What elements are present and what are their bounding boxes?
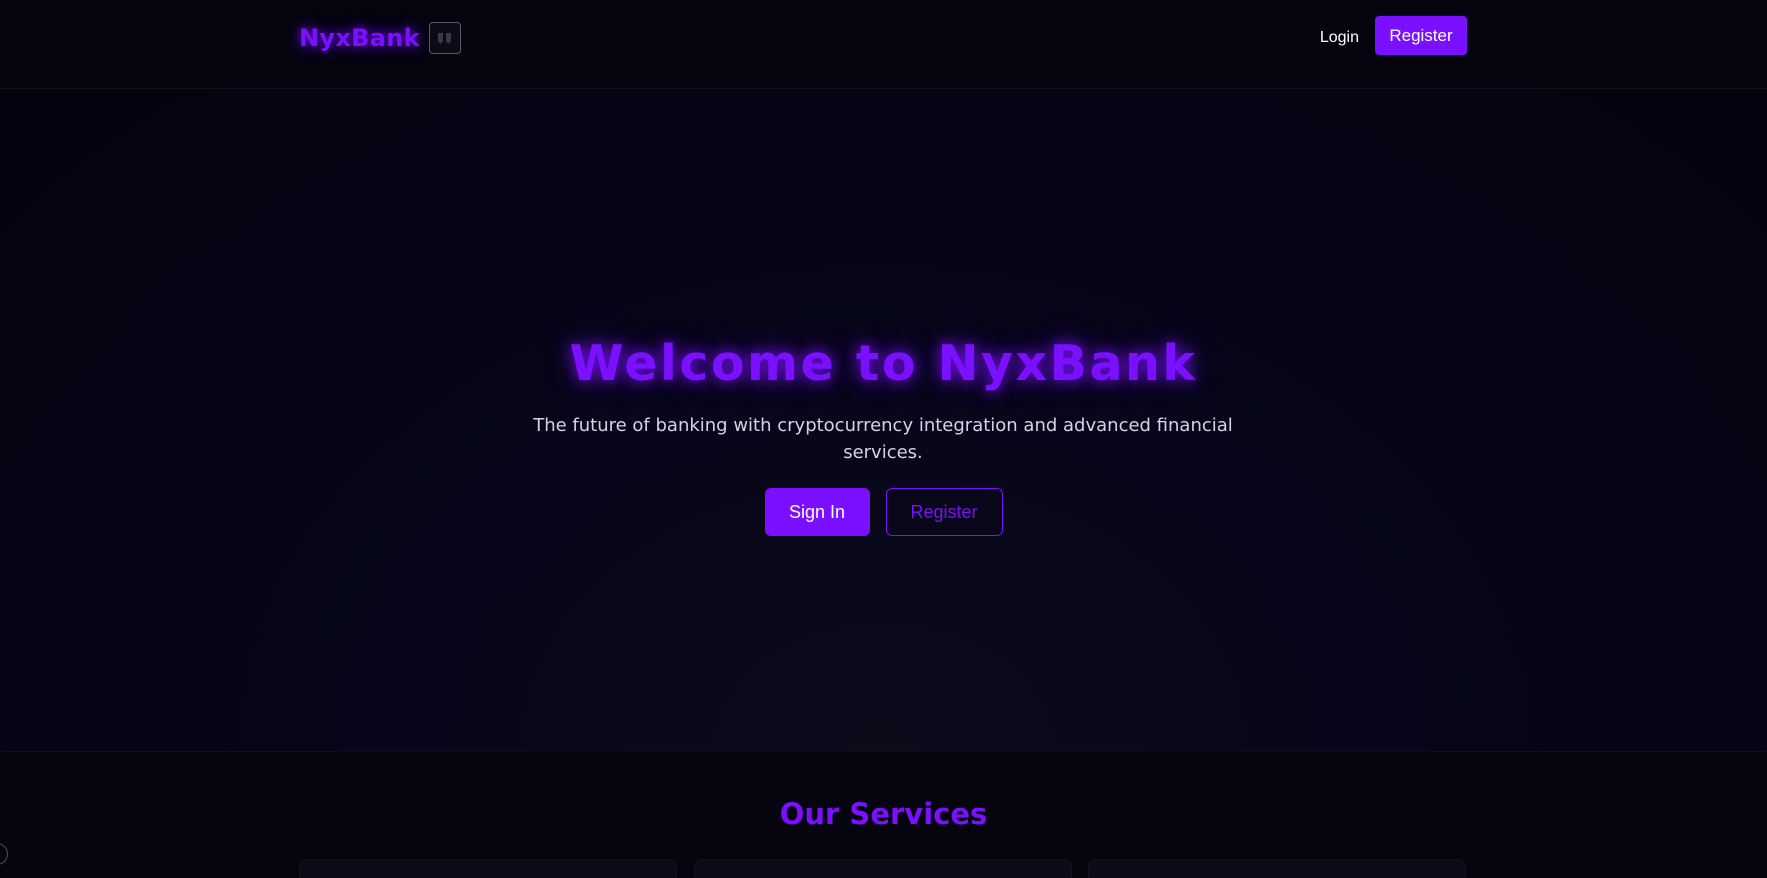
- shield-badge-icon: [428, 22, 461, 54]
- hero-actions: Sign In Register: [0, 488, 1767, 536]
- hero-title: Welcome to NyxBank: [569, 335, 1198, 392]
- site-header: NyxBank Login Register: [0, 0, 1767, 89]
- sign-in-button[interactable]: Sign In: [764, 488, 870, 536]
- service-card: [694, 859, 1072, 878]
- service-card: [1088, 859, 1466, 878]
- hero-register-button[interactable]: Register: [885, 488, 1003, 536]
- brand[interactable]: NyxBank: [299, 20, 461, 56]
- brand-name: NyxBank: [299, 24, 420, 52]
- services-section: Our Services: [0, 752, 1767, 878]
- hero-subtitle: The future of banking with cryptocurrenc…: [533, 415, 1233, 463]
- login-link[interactable]: Login: [1320, 25, 1359, 51]
- services-title: Our Services: [779, 797, 988, 831]
- page: NyxBank Login Register Welcome to NyxBan…: [0, 0, 1767, 878]
- hero-section: Welcome to NyxBank The future of banking…: [0, 89, 1767, 752]
- service-card: [299, 859, 677, 878]
- top-nav: Login Register: [1320, 16, 1467, 55]
- register-button[interactable]: Register: [1375, 16, 1467, 55]
